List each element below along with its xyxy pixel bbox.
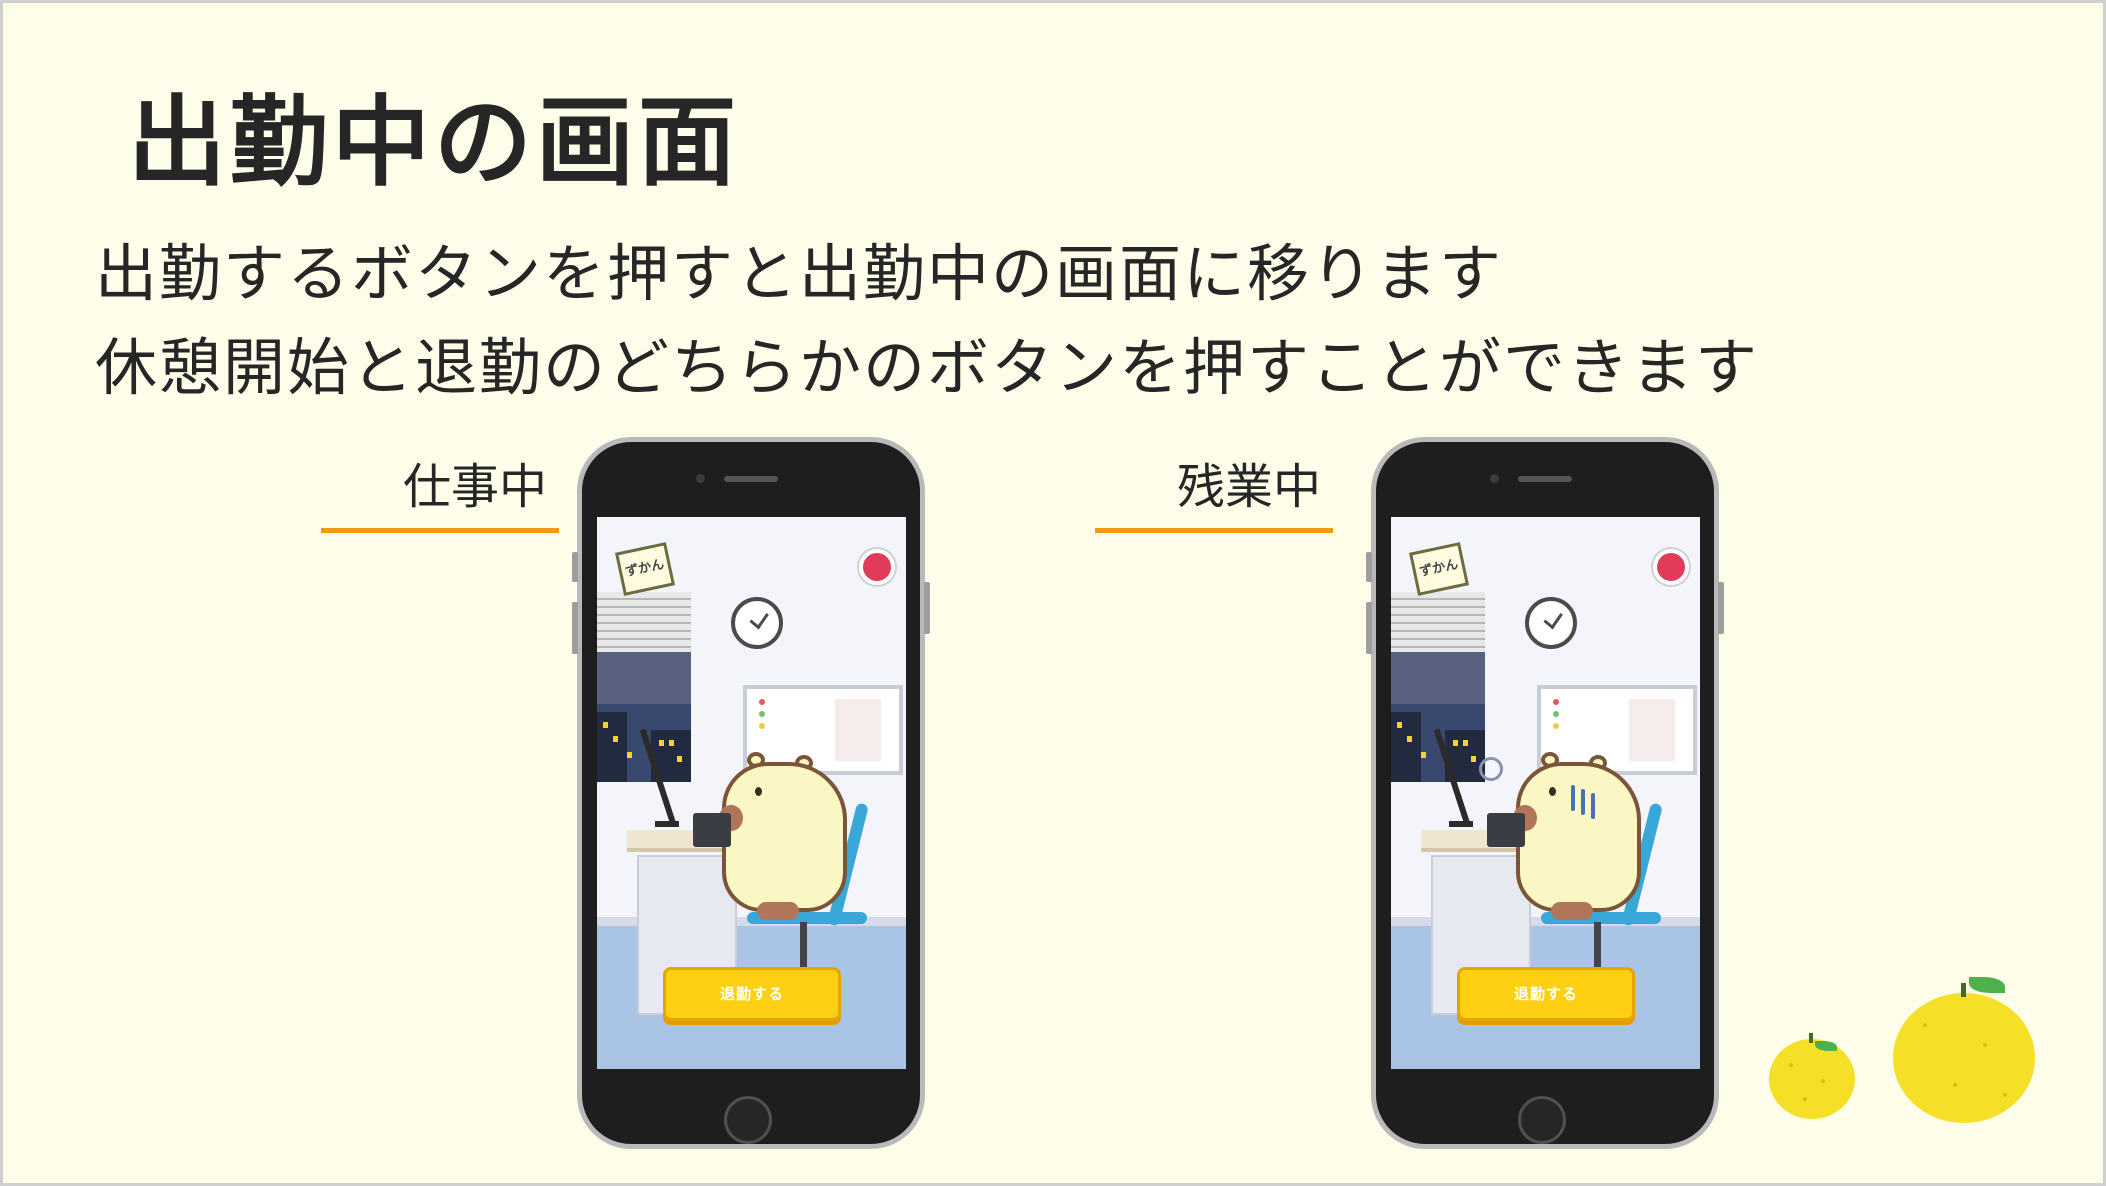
leave-work-button[interactable]: 退勤する bbox=[663, 967, 841, 1021]
phone-camera bbox=[1490, 474, 1499, 483]
phone-mockup-working: ずかん 退勤する bbox=[572, 437, 930, 1149]
phone-side-button bbox=[572, 552, 578, 582]
yuzu-fruit-icon bbox=[1769, 1039, 1855, 1119]
capybara-character bbox=[722, 762, 847, 912]
app-screen: ずかん 退勤する bbox=[1391, 517, 1700, 1069]
phone-speaker bbox=[1518, 476, 1572, 482]
slide: 出勤中の画面 出勤するボタンを押すと出勤中の画面に移ります 休憩開始と退勤のどち… bbox=[0, 0, 2106, 1186]
phone-camera bbox=[696, 474, 705, 483]
tablet bbox=[693, 813, 731, 847]
window-blind bbox=[597, 592, 691, 652]
wall-clock-icon bbox=[731, 597, 783, 649]
label-underline bbox=[1095, 528, 1333, 533]
tired-steam-icon bbox=[1479, 757, 1503, 781]
phone-power-button bbox=[1718, 582, 1724, 634]
page-title: 出勤中の画面 bbox=[128, 86, 741, 200]
leave-work-button[interactable]: 退勤する bbox=[1457, 967, 1635, 1021]
record-icon[interactable] bbox=[859, 549, 895, 585]
yuzu-leaf-icon bbox=[1969, 977, 2005, 993]
phone-power-button bbox=[924, 582, 930, 634]
phone-side-button bbox=[1366, 552, 1372, 582]
description-line-2: 休憩開始と退勤のどちらかのボタンを押すことができます bbox=[95, 331, 1760, 404]
home-button[interactable] bbox=[724, 1096, 772, 1144]
state-label-overtime: 残業中 bbox=[1095, 447, 1333, 533]
app-screen: ずかん 退勤する bbox=[597, 517, 906, 1069]
phone-mockup-overtime: ずかん 退勤する bbox=[1366, 437, 1724, 1149]
state-label-working: 仕事中 bbox=[321, 447, 559, 533]
state-label-text: 残業中 bbox=[1176, 459, 1321, 515]
wall-clock-icon bbox=[1525, 597, 1577, 649]
window-blind bbox=[1391, 592, 1485, 652]
home-button[interactable] bbox=[1518, 1096, 1566, 1144]
night-window bbox=[597, 652, 691, 782]
yuzu-fruit-icon bbox=[1893, 993, 2035, 1123]
phone-volume-button bbox=[1366, 602, 1372, 654]
description-line-1: 出勤するボタンを押すと出勤中の画面に移ります bbox=[95, 237, 1504, 310]
state-label-text: 仕事中 bbox=[402, 459, 547, 515]
night-window bbox=[1391, 652, 1485, 782]
record-icon[interactable] bbox=[1653, 549, 1689, 585]
tablet bbox=[1487, 813, 1525, 847]
phone-speaker bbox=[724, 476, 778, 482]
label-underline bbox=[321, 528, 559, 533]
phone-volume-button bbox=[572, 602, 578, 654]
capybara-character-tired bbox=[1516, 762, 1641, 912]
